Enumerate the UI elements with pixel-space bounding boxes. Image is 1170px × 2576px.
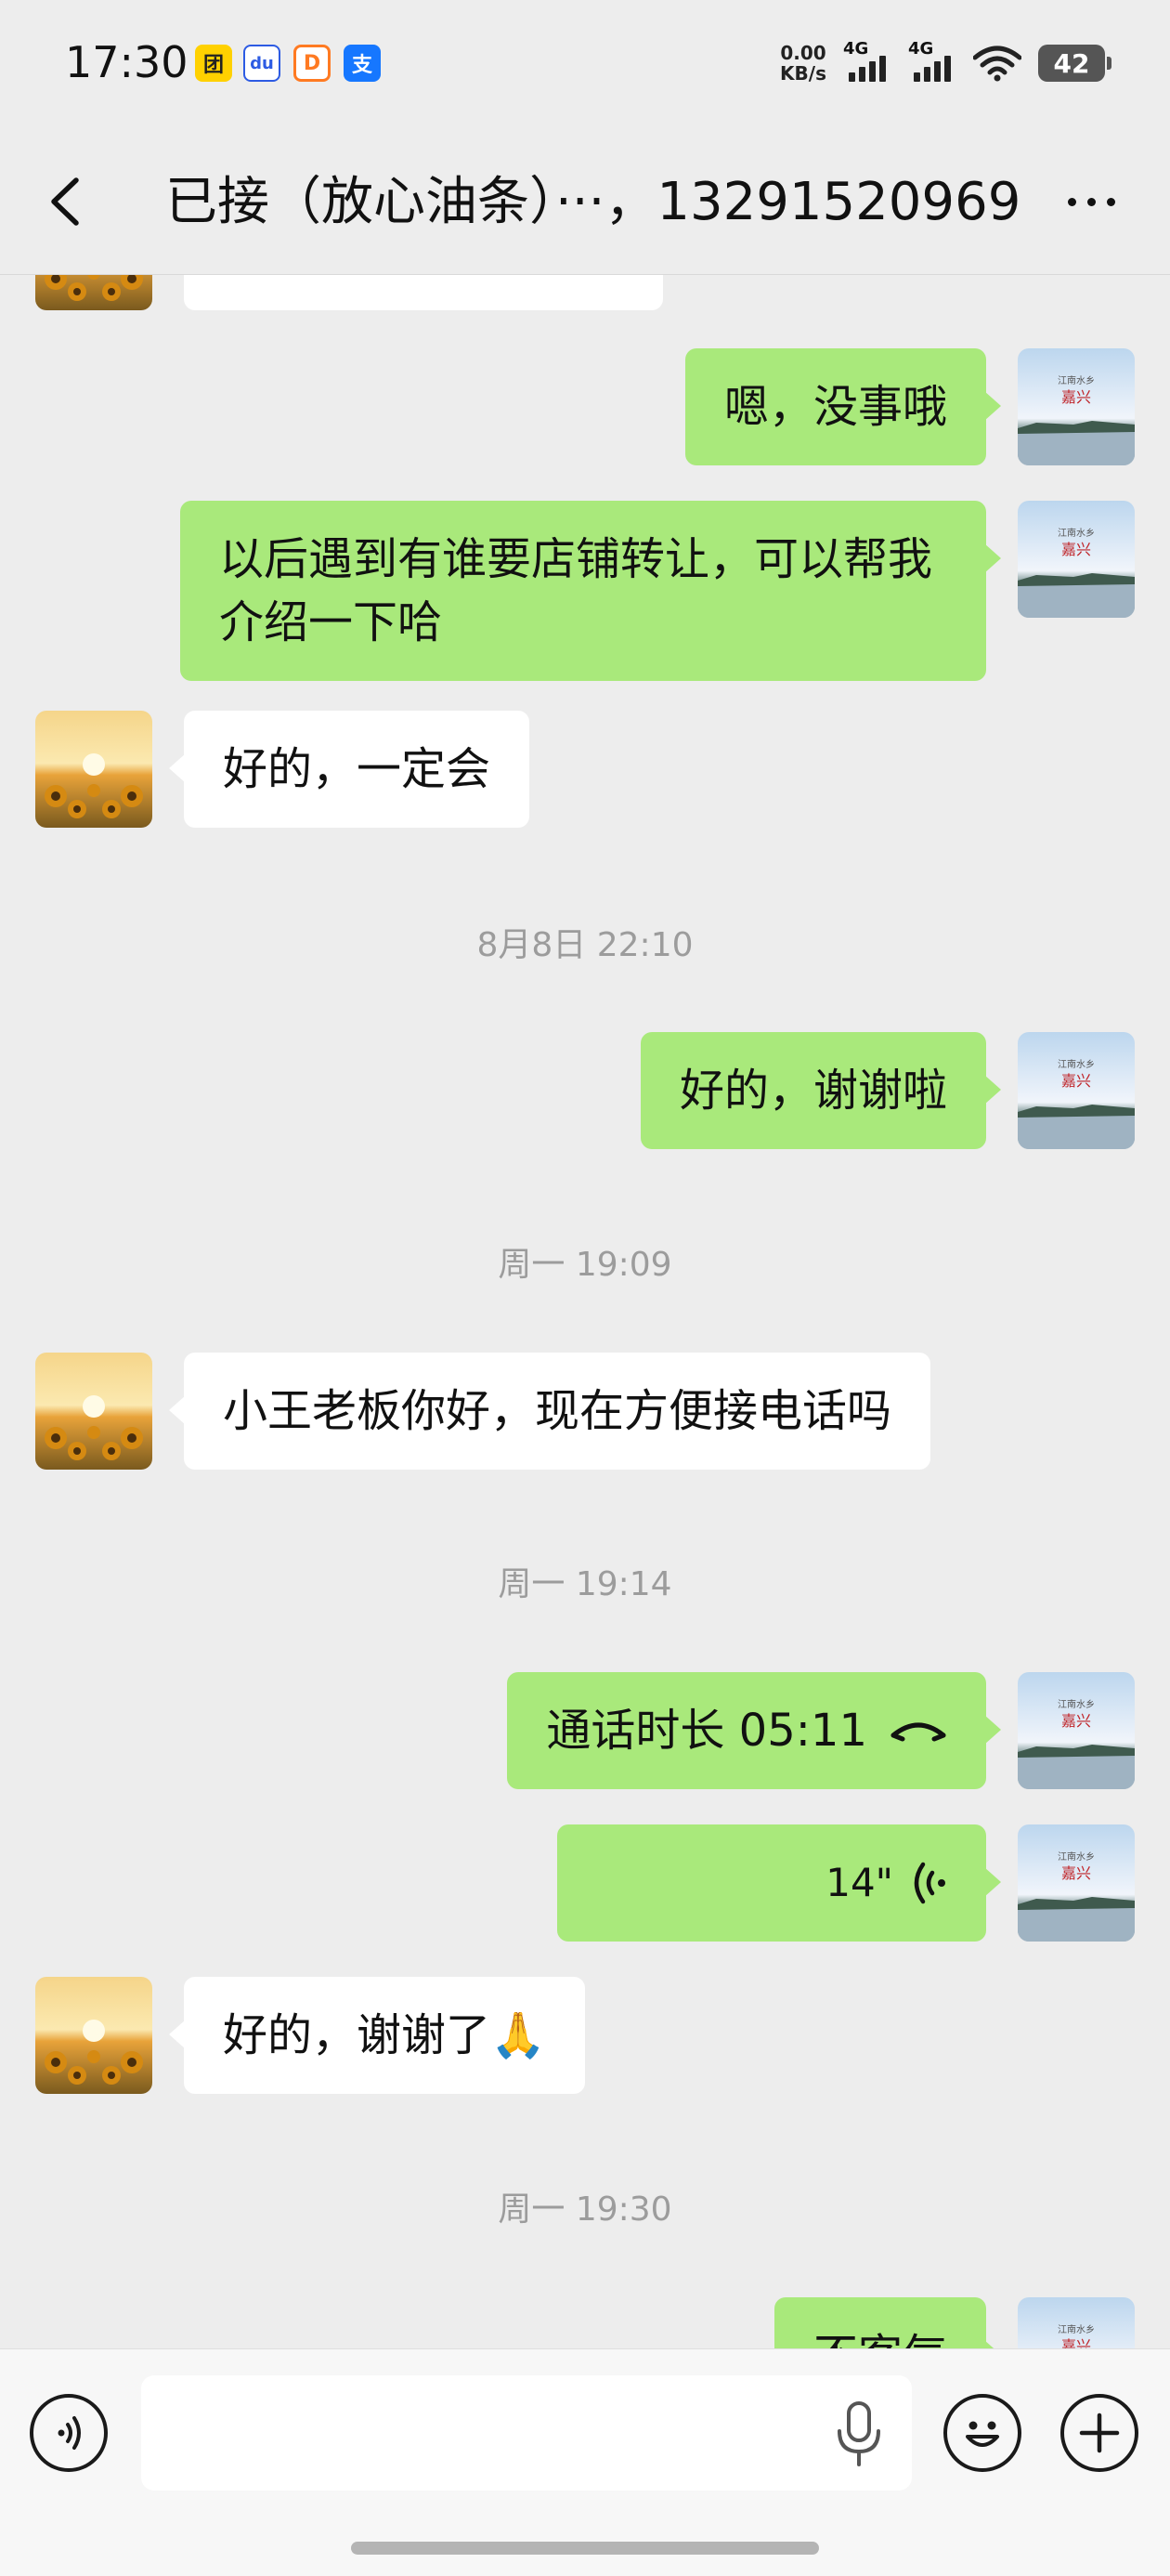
voice-mode-icon[interactable]: [30, 2394, 108, 2472]
contact-avatar[interactable]: [35, 1977, 152, 2094]
signal-icon: 4G: [843, 39, 891, 84]
baidu-icon: du: [243, 45, 280, 82]
call-duration: 通话时长 05:11: [546, 1705, 867, 1757]
voice-duration: 14": [826, 1860, 893, 1905]
my-avatar[interactable]: 江南水乡 嘉兴: [1018, 348, 1135, 465]
timestamp-divider: 周一 19:30: [498, 2190, 672, 2229]
emoji-icon[interactable]: [943, 2394, 1021, 2472]
contact-avatar[interactable]: [35, 275, 152, 310]
didi-icon: D: [293, 45, 331, 82]
network-speed: 0.00 KB/s: [780, 43, 826, 84]
chat-title: 已接（放心油条）···，13291520969: [165, 172, 1021, 232]
svg-text:嘉兴: 嘉兴: [1061, 541, 1091, 558]
svg-text:江南水乡: 江南水乡: [1058, 527, 1095, 539]
timestamp-divider: 周一 19:14: [498, 1565, 672, 1603]
voice-message-bubble[interactable]: 14": [557, 1824, 1001, 1942]
signal-icon: 4G: [908, 39, 956, 84]
svg-text:江南水乡: 江南水乡: [1058, 1850, 1095, 1863]
my-avatar[interactable]: 江南水乡 嘉兴: [1018, 1032, 1135, 1149]
contact-avatar[interactable]: [35, 1353, 152, 1470]
timestamp-divider: 周一 19:09: [498, 1246, 672, 1284]
status-bar: 17:30 团 du D 支 0.00 KB/s 4G 4G 42: [0, 0, 1170, 130]
svg-text:嘉兴: 嘉兴: [1061, 388, 1091, 406]
message-bubble[interactable]: 不客气: [774, 2297, 1002, 2348]
microphone-icon[interactable]: [826, 2398, 891, 2472]
chat-messages[interactable]: 好的，知道了，谢谢 江南水乡 嘉兴 嗯，没事哦 江南水乡 嘉兴 以后遇到有谁要店…: [0, 275, 1170, 2348]
plus-icon[interactable]: [1060, 2394, 1138, 2472]
contact-avatar[interactable]: [35, 711, 152, 828]
message-bubble[interactable]: 小王老板你好，现在方便接电话吗: [168, 1353, 931, 1470]
message-bubble[interactable]: 嗯，没事哦: [684, 348, 1002, 465]
svg-text:嘉兴: 嘉兴: [1061, 2337, 1091, 2348]
my-avatar[interactable]: 江南水乡 嘉兴: [1018, 501, 1135, 618]
my-avatar[interactable]: 江南水乡 嘉兴: [1018, 2297, 1135, 2348]
alipay-icon: 支: [344, 45, 381, 82]
wifi-icon: [973, 46, 1021, 82]
battery-icon: 42: [1038, 45, 1112, 82]
phone-hangup-icon: [890, 1722, 946, 1742]
status-indicators: 0.00 KB/s 4G 4G 42: [780, 35, 1112, 91]
voice-wave-icon: [914, 1862, 945, 1904]
network-speed-unit: KB/s: [780, 62, 826, 85]
svg-text:江南水乡: 江南水乡: [1058, 374, 1095, 386]
more-options-button[interactable]: [1040, 167, 1142, 237]
message-bubble[interactable]: 以后遇到有谁要店铺转让，可以帮我介绍一下哈: [180, 501, 1001, 681]
timestamp-divider: 8月8日 22:10: [476, 926, 694, 964]
home-indicator[interactable]: [351, 2542, 819, 2555]
message-bubble[interactable]: 好的，谢谢了🙏: [169, 1977, 585, 2094]
message-bubble[interactable]: 好的，一定会: [168, 711, 530, 828]
svg-text:江南水乡: 江南水乡: [1058, 2323, 1095, 2335]
message-bubble[interactable]: 好的，谢谢啦: [640, 1032, 1002, 1149]
network-speed-value: 0.00: [780, 42, 826, 64]
status-time: 17:30: [65, 37, 188, 87]
message-input[interactable]: [141, 2375, 912, 2491]
svg-text:嘉兴: 嘉兴: [1061, 1712, 1091, 1730]
meituan-icon: 团: [195, 45, 232, 82]
back-button[interactable]: [37, 167, 93, 237]
chat-header: 已接（放心油条）···，13291520969: [0, 130, 1170, 275]
my-avatar[interactable]: 江南水乡 嘉兴: [1018, 1672, 1135, 1789]
svg-text:江南水乡: 江南水乡: [1058, 1698, 1095, 1710]
my-avatar[interactable]: 江南水乡 嘉兴: [1018, 1824, 1135, 1942]
message-bubble[interactable]: 好的，知道了，谢谢: [184, 275, 664, 310]
call-record-bubble[interactable]: 通话时长 05:11: [507, 1672, 1001, 1789]
svg-text:江南水乡: 江南水乡: [1058, 1058, 1095, 1070]
svg-text:嘉兴: 嘉兴: [1061, 1864, 1091, 1882]
svg-text:嘉兴: 嘉兴: [1061, 1072, 1091, 1090]
